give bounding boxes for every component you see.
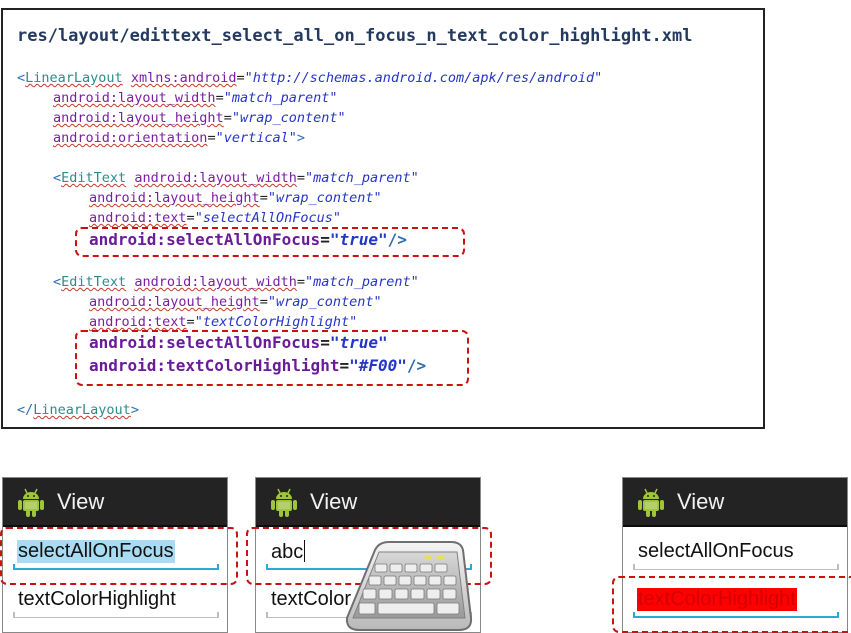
underline (633, 564, 839, 570)
code-line-9: <EditText android:layout_width="match_pa… (53, 274, 419, 290)
edittext-value: selectAllOnFocus (638, 540, 794, 562)
code-line-4: android:orientation="vertical"> (53, 130, 305, 146)
edittext-select-all[interactable]: selectAllOnFocus (633, 534, 839, 574)
code-line-3: android:layout_height="wrap_content" (53, 110, 346, 126)
edittext-value: textColor (271, 588, 352, 610)
action-bar: View (623, 478, 847, 527)
code-line-7: android:text="selectAllOnFocus" (89, 210, 341, 226)
edittext-value: textColorHighlight (18, 588, 176, 610)
code-line-1: <LinearLayout xmlns:android="http://sche… (17, 70, 603, 86)
android-robot-icon (638, 488, 664, 517)
code-line-10: android:layout_height="wrap_content" (89, 294, 382, 310)
code-line-14: </LinearLayout> (17, 402, 139, 418)
underline (13, 612, 219, 618)
highlight-box-phone-1 (0, 527, 238, 585)
keyboard-icon (345, 541, 473, 631)
code-line-2: android:layout_width="match_parent" (53, 90, 338, 106)
action-bar-title: View (310, 489, 358, 514)
code-line-6: android:layout_height="wrap_content" (89, 190, 382, 206)
android-robot-icon (18, 488, 44, 517)
highlight-box-select-all (75, 227, 465, 257)
action-bar-title: View (57, 489, 105, 514)
file-title: res/layout/edittext_select_all_on_focus_… (17, 26, 693, 46)
edittext-text-color[interactable]: textColorHighlight (13, 582, 219, 622)
code-panel: res/layout/edittext_select_all_on_focus_… (1, 8, 765, 429)
code-line-5: <EditText android:layout_width="match_pa… (53, 170, 419, 186)
action-bar: View (3, 478, 227, 527)
action-bar: View (256, 478, 480, 527)
code-line-11: android:text="textColorHighlight" (89, 314, 358, 330)
action-bar-title: View (677, 489, 725, 514)
highlight-box-text-color (75, 330, 469, 386)
highlight-box-phone-3 (612, 576, 851, 633)
android-robot-icon (271, 488, 297, 517)
